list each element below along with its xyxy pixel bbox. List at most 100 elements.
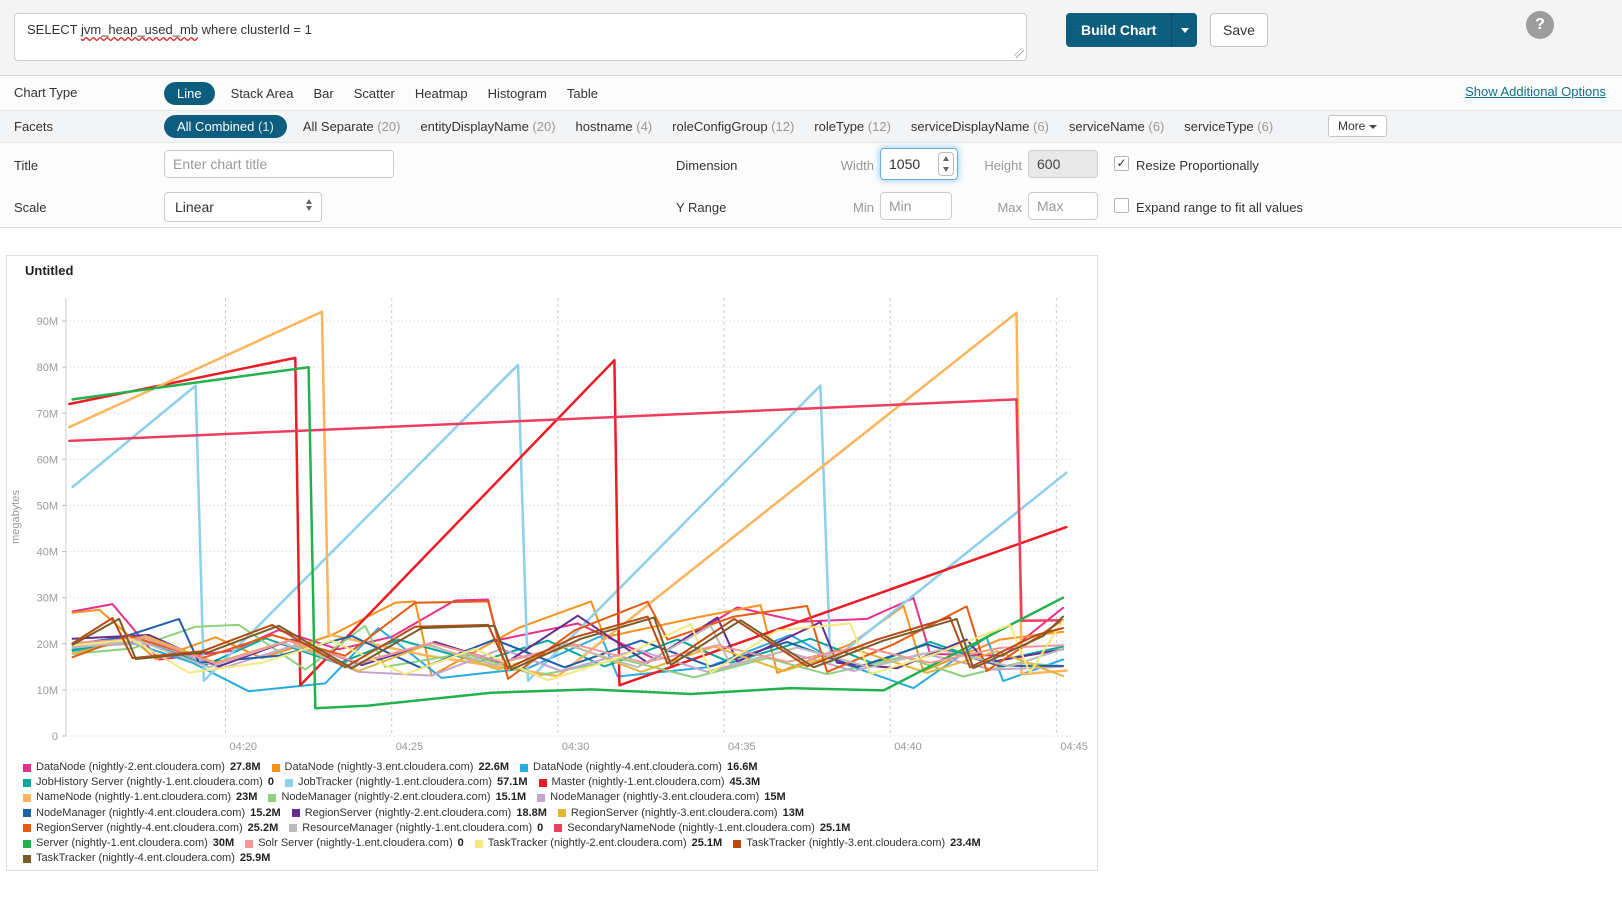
- legend-item: TaskTracker (nightly-4.ent.cloudera.com)…: [23, 851, 270, 866]
- legend-series-value: 15.2M: [250, 806, 281, 821]
- legend-swatch: [285, 779, 293, 787]
- chart-type-option[interactable]: Heatmap: [415, 82, 468, 105]
- legend-item: RegionServer (nightly-2.ent.cloudera.com…: [292, 806, 547, 821]
- legend-swatch: [554, 824, 562, 832]
- facets-row: Facets All Combined (1) All Separate (20)…: [0, 111, 1622, 143]
- build-chart-label: Build Chart: [1066, 13, 1171, 47]
- legend-series-value: 0: [458, 836, 464, 851]
- legend-swatch: [268, 794, 276, 802]
- chart-type-option[interactable]: Histogram: [488, 82, 547, 105]
- svg-text:04:40: 04:40: [894, 741, 922, 753]
- legend-series-value: 23.4M: [950, 836, 981, 851]
- legend-series-value: 15.1M: [496, 790, 527, 805]
- chart-type-option[interactable]: Stack Area: [231, 82, 294, 105]
- legend-series-value: 0: [537, 821, 543, 836]
- chart-type-row: Chart Type Line Stack Area Bar Scatter Heatm…: [0, 76, 1622, 111]
- facet-count: (12): [868, 119, 891, 134]
- dimension-label: Dimension: [676, 158, 737, 173]
- y-min-input[interactable]: [880, 192, 952, 220]
- chart-type-option[interactable]: Table: [567, 82, 598, 105]
- legend-series-value: 25.2M: [248, 821, 279, 836]
- y-max-input[interactable]: [1028, 192, 1098, 220]
- more-label: More: [1338, 119, 1365, 133]
- expand-range-checkbox[interactable]: [1114, 198, 1129, 213]
- legend-series-name: Master (nightly-1.ent.cloudera.com): [552, 775, 725, 790]
- svg-text:04:35: 04:35: [728, 741, 756, 753]
- legend-item: SecondaryNameNode (nightly-1.ent.clouder…: [554, 821, 850, 836]
- save-button[interactable]: Save: [1210, 13, 1268, 47]
- facet-count: (6): [1257, 119, 1273, 134]
- legend-swatch: [23, 779, 31, 787]
- legend-item: TaskTracker (nightly-3.ent.cloudera.com)…: [733, 836, 980, 851]
- legend-item: ResourceManager (nightly-1.ent.cloudera.…: [289, 821, 543, 836]
- legend-item: DataNode (nightly-3.ent.cloudera.com)22.…: [272, 760, 510, 775]
- legend-swatch: [23, 855, 31, 863]
- chart-preview-card: Untitled 010M20M30M40M50M60M70M80M90M04:…: [6, 255, 1098, 871]
- svg-text:megabytes: megabytes: [10, 490, 22, 544]
- more-facets-button[interactable]: More: [1328, 115, 1387, 137]
- svg-text:30M: 30M: [37, 593, 58, 605]
- query-prefix: SELECT: [27, 22, 81, 37]
- facet-name: roleType: [814, 119, 864, 134]
- query-input[interactable]: SELECT jvm_heap_used_mb where clusterId …: [14, 13, 1027, 61]
- legend-swatch: [520, 764, 528, 772]
- legend-series-name: JobHistory Server (nightly-1.ent.clouder…: [36, 775, 263, 790]
- facet-option[interactable]: hostname (4): [576, 115, 653, 138]
- facet-option[interactable]: entityDisplayName (20): [420, 115, 555, 138]
- title-label: Title: [14, 158, 38, 173]
- legend-swatch: [23, 824, 31, 832]
- build-chart-dropdown-toggle[interactable]: [1171, 13, 1197, 47]
- facet-count: (6): [1148, 119, 1164, 134]
- facet-name: All Combined: [177, 119, 254, 134]
- legend-swatch: [23, 764, 31, 772]
- help-icon[interactable]: ?: [1526, 11, 1554, 39]
- facets-label: Facets: [14, 119, 53, 134]
- facet-option[interactable]: All Separate (20): [303, 115, 401, 138]
- build-chart-button[interactable]: Build Chart: [1066, 13, 1197, 47]
- chart-type-option[interactable]: Scatter: [354, 82, 395, 105]
- legend-swatch: [292, 809, 300, 817]
- legend-series-value: 13M: [783, 806, 804, 821]
- facet-name: hostname: [576, 119, 633, 134]
- chart-type-label: Chart Type: [14, 85, 77, 100]
- resize-proportionally-checkbox[interactable]: [1114, 156, 1129, 171]
- textarea-resize-handle[interactable]: [1014, 48, 1024, 58]
- legend-swatch: [539, 779, 547, 787]
- legend-swatch: [23, 794, 31, 802]
- legend-series-value: 15M: [764, 790, 785, 805]
- facet-count: (6): [1033, 119, 1049, 134]
- legend-swatch: [272, 764, 280, 772]
- chart-type-option[interactable]: Bar: [313, 82, 333, 105]
- facet-option[interactable]: serviceDisplayName (6): [911, 115, 1049, 138]
- facet-option[interactable]: roleConfigGroup (12): [672, 115, 794, 138]
- facet-name: roleConfigGroup: [672, 119, 767, 134]
- legend-item: RegionServer (nightly-3.ent.cloudera.com…: [558, 806, 804, 821]
- chart-type-option[interactable]: Line: [164, 82, 215, 105]
- chart-legend: DataNode (nightly-2.ent.cloudera.com)27.…: [23, 760, 1079, 866]
- facet-option[interactable]: roleType (12): [814, 115, 891, 138]
- show-additional-options-link[interactable]: Show Additional Options: [1465, 84, 1606, 99]
- facet-option[interactable]: serviceType (6): [1184, 115, 1273, 138]
- chart-options-panel: Title Dimension Width Height Resize Prop…: [0, 143, 1622, 228]
- legend-item: DataNode (nightly-4.ent.cloudera.com)16.…: [520, 760, 758, 775]
- facet-name: serviceName: [1069, 119, 1145, 134]
- query-bar: SELECT jvm_heap_used_mb where clusterId …: [0, 0, 1622, 76]
- legend-item: Server (nightly-1.ent.cloudera.com)30M: [23, 836, 234, 851]
- scale-select[interactable]: Linear: [164, 192, 322, 222]
- legend-series-value: 25.1M: [692, 836, 723, 851]
- legend-series-name: Server (nightly-1.ent.cloudera.com): [36, 836, 208, 851]
- resize-proportionally-label: Resize Proportionally: [1136, 158, 1259, 173]
- legend-item: TaskTracker (nightly-2.ent.cloudera.com)…: [475, 836, 722, 851]
- select-updown-icon: [306, 199, 312, 211]
- legend-series-name: SecondaryNameNode (nightly-1.ent.clouder…: [567, 821, 815, 836]
- svg-text:04:20: 04:20: [230, 741, 258, 753]
- min-label: Min: [800, 200, 874, 215]
- svg-text:40M: 40M: [37, 547, 58, 559]
- chart-title-input[interactable]: [164, 150, 394, 178]
- facet-option[interactable]: All Combined (1): [164, 115, 287, 138]
- facet-option[interactable]: serviceName (6): [1069, 115, 1164, 138]
- legend-item: Master (nightly-1.ent.cloudera.com)45.3M: [539, 775, 761, 790]
- legend-series-name: ResourceManager (nightly-1.ent.cloudera.…: [302, 821, 532, 836]
- legend-swatch: [537, 794, 545, 802]
- line-chart-plot[interactable]: 010M20M30M40M50M60M70M80M90M04:2004:2504…: [7, 284, 1097, 761]
